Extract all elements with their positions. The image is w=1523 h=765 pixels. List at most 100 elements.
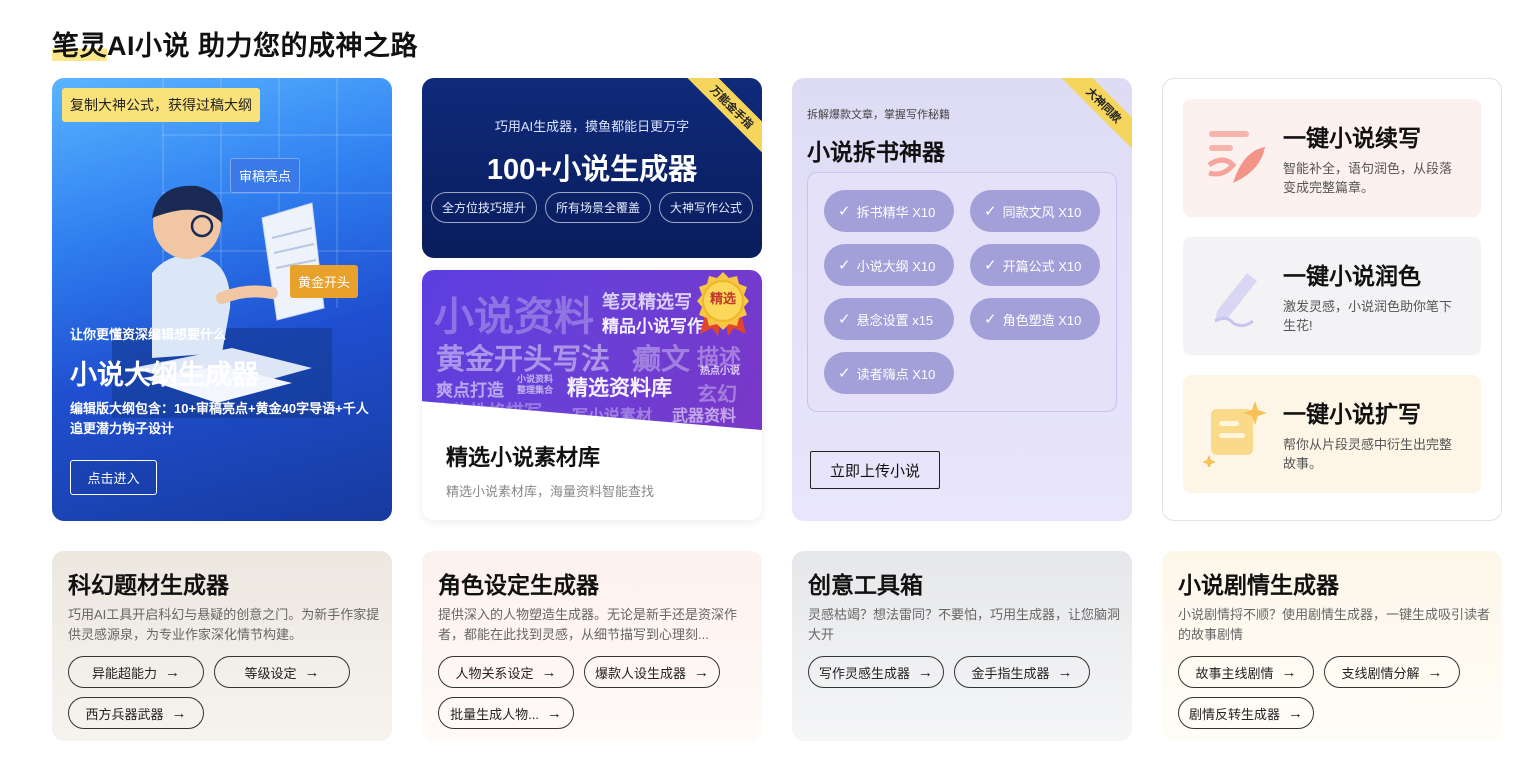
card-desc: 巧用AI工具开启科幻与悬疑的创意之门。为新手作家提供灵感源泉，为专业作家深化情节… bbox=[68, 607, 380, 642]
quill-icon bbox=[1207, 131, 1265, 183]
one-click-tools-card: 一键小说续写 智能补全，语句润色，从段落变成完整篇章。 一键小说润色 激发灵感，… bbox=[1162, 78, 1502, 521]
dismantle-chip-box: ✓ 拆书精华 X10 ✓ 同款文风 X10 ✓ 小说大纲 X10 ✓ 开篇公式 X10 … bbox=[807, 172, 1117, 412]
banner-word: 精品小说写作 bbox=[602, 317, 704, 336]
link-button[interactable]: 写作灵感生成器 → bbox=[808, 656, 944, 688]
link-button[interactable]: 爆款人设生成器 → bbox=[584, 656, 720, 688]
arrow-right-icon: → bbox=[1427, 663, 1443, 681]
page-title-rest: AI小说 助力您的成神之路 bbox=[107, 31, 419, 61]
sparkle-note-icon bbox=[1203, 401, 1267, 467]
chip-label: 小说大纲 X10 bbox=[856, 258, 936, 274]
tool-name: 一键小说润色 bbox=[1283, 263, 1421, 289]
dismantle-chip: ✓ 角色塑造 X10 bbox=[970, 298, 1100, 340]
arrow-right-icon: → bbox=[546, 704, 562, 722]
dismantle-kicker: 拆解爆款文章，掌握写作秘籍 bbox=[807, 109, 950, 121]
link-label: 异能超能力 bbox=[91, 665, 157, 681]
link-label: 剧情反转生成器 bbox=[1188, 706, 1280, 722]
banner-word: 武器资料 bbox=[672, 408, 737, 425]
dismantle-title: 小说拆书神器 bbox=[807, 139, 945, 165]
link-button[interactable]: 金手指生成器 → bbox=[954, 656, 1090, 688]
generators-pills: 全方位技巧提升 所有场景全覆盖 大神写作公式 bbox=[422, 192, 762, 223]
link-button[interactable]: 剧情反转生成器 → bbox=[1178, 697, 1314, 729]
plot-generator-card: 小说剧情生成器 小说剧情捋不顺？使用剧情生成器，一键生成吸引读者的故事剧情 故事… bbox=[1162, 551, 1502, 741]
arrow-right-icon: → bbox=[171, 704, 187, 722]
link-button[interactable]: 等级设定 → bbox=[214, 656, 350, 688]
chip-label: 同款文风 X10 bbox=[1002, 204, 1082, 220]
check-icon: ✓ bbox=[984, 257, 997, 274]
generators-kicker: 巧用AI生成器，摸鱼都能日更万字 bbox=[494, 119, 690, 134]
outline-generator-card[interactable]: 复制大神公式，获得过稿大纲 审稿亮点 黄金开头 让你更懂资深编辑想要什么 小说大… bbox=[52, 78, 392, 521]
material-title: 精选小说素材库 bbox=[446, 445, 601, 470]
generators-pill[interactable]: 大神写作公式 bbox=[659, 192, 754, 223]
link-button[interactable]: 故事主线剧情 → bbox=[1178, 656, 1314, 688]
arrow-right-icon: → bbox=[918, 663, 933, 681]
outline-description: 编辑版大纲包含：10+审稿亮点+黄金40字导语+千人追更潜力钩子设计 bbox=[70, 401, 369, 436]
banner-word: 人物性格描写 bbox=[434, 402, 542, 422]
link-label: 西方兵器武器 bbox=[85, 706, 164, 722]
banner-word: 热点小说 bbox=[700, 366, 740, 377]
tool-continue[interactable]: 一键小说续写 智能补全，语句润色，从段落变成完整篇章。 bbox=[1183, 99, 1481, 217]
dismantle-chip: ✓ 开篇公式 X10 bbox=[970, 244, 1100, 286]
link-label: 金手指生成器 bbox=[971, 665, 1050, 681]
arrow-right-icon: → bbox=[165, 663, 180, 681]
arrow-right-icon: → bbox=[1288, 704, 1303, 722]
outline-subtitle: 让你更懂资深编辑想要什么 bbox=[70, 327, 227, 342]
link-label: 故事主线剧情 bbox=[1195, 665, 1274, 681]
check-icon: ✓ bbox=[984, 311, 997, 328]
link-label: 等级设定 bbox=[244, 665, 297, 681]
scifi-generator-card: 科幻题材生成器 巧用AI工具开启科幻与悬疑的创意之门。为新手作家提供灵感源泉，为… bbox=[52, 551, 392, 741]
link-button[interactable]: 人物关系设定 → bbox=[438, 656, 574, 688]
link-label: 支线剧情分解 bbox=[1341, 665, 1420, 681]
generators-card[interactable]: 巧用AI生成器，摸鱼都能日更万字 100+小说生成器 全方位技巧提升 所有场景全… bbox=[422, 78, 762, 258]
link-label: 批量生成人物... bbox=[450, 706, 539, 722]
medal-label: 精选 bbox=[709, 291, 736, 306]
link-button[interactable]: 批量生成人物... → bbox=[438, 697, 574, 729]
link-label: 爆款人设生成器 bbox=[594, 665, 686, 681]
page-title-highlight: 笔灵 bbox=[52, 31, 107, 61]
chip-label: 读者嗨点 X10 bbox=[856, 366, 936, 382]
card-desc: 灵感枯竭？想法雷同？不要怕，巧用生成器，让您脑洞大开 bbox=[808, 607, 1121, 642]
arrow-right-icon: → bbox=[541, 663, 557, 681]
banner-word: 整理集合 bbox=[517, 385, 554, 395]
arrow-right-icon: → bbox=[1057, 663, 1073, 681]
outline-enter-button[interactable]: 点击进入 bbox=[70, 460, 157, 495]
outline-tag: 复制大神公式，获得过稿大纲 bbox=[62, 88, 260, 122]
character-generator-card: 角色设定生成器 提供深入的人物塑造生成器。无论是新手还是资深作者，都能在此找到灵… bbox=[422, 551, 762, 741]
tool-expand[interactable]: 一键小说扩写 帮你从片段灵感中衍生出完整故事。 bbox=[1183, 375, 1481, 493]
card-title: 小说剧情生成器 bbox=[1178, 572, 1339, 598]
banner-word: 精选资料库 bbox=[567, 377, 672, 400]
link-label: 人物关系设定 bbox=[455, 665, 534, 681]
check-icon: ✓ bbox=[838, 203, 851, 220]
dismantle-chip: ✓ 悬念设置 x15 bbox=[824, 298, 954, 340]
dismantle-ribbon: 大神同款 bbox=[1053, 78, 1132, 156]
pen-icon bbox=[1214, 273, 1257, 328]
tool-desc: 帮你从片段灵感中衍生出完整故事。 bbox=[1283, 437, 1453, 471]
check-icon: ✓ bbox=[838, 365, 851, 382]
material-library-card[interactable]: 小说资料 笔灵精选写 精品小说写作 黄金开头写法 癫文 描述 爽点打造 小说资料… bbox=[422, 270, 762, 520]
banner-word: 小说资料 bbox=[434, 295, 594, 339]
arrow-right-icon: → bbox=[304, 663, 320, 681]
banner-word: 写小说素材 bbox=[572, 408, 653, 425]
link-button[interactable]: 异能超能力 → bbox=[68, 656, 204, 688]
tool-name: 一键小说续写 bbox=[1283, 125, 1421, 151]
generators-title: 100+小说生成器 bbox=[486, 154, 698, 186]
tool-desc: 智能补全，语句润色，从段落变成完整篇章。 bbox=[1283, 161, 1453, 195]
dismantle-chip: ✓ 小说大纲 X10 bbox=[824, 244, 954, 286]
arrow-right-icon: → bbox=[694, 663, 709, 681]
link-button[interactable]: 支线剧情分解 → bbox=[1324, 656, 1460, 688]
generators-pill[interactable]: 全方位技巧提升 bbox=[430, 192, 537, 223]
dismantle-chip: ✓ 读者嗨点 X10 bbox=[824, 352, 954, 394]
review-highlight-bubble: 审稿亮点 bbox=[230, 158, 301, 193]
tool-name: 一键小说扩写 bbox=[1283, 401, 1421, 427]
chip-label: 拆书精华 X10 bbox=[856, 204, 936, 220]
page-title: 笔灵AI小说 助力您的成神之路 bbox=[52, 24, 418, 63]
check-icon: ✓ bbox=[838, 311, 851, 328]
banner-word: 笔灵精选写 bbox=[602, 292, 692, 312]
upload-novel-button[interactable]: 立即上传小说 bbox=[810, 451, 940, 489]
dismantle-card[interactable]: 拆解爆款文章，掌握写作秘籍 小说拆书神器 大神同款 ✓ 拆书精华 X10 ✓ 同款文… bbox=[792, 78, 1132, 521]
dismantle-chip: ✓ 拆书精华 X10 bbox=[824, 190, 954, 232]
link-button[interactable]: 西方兵器武器 → bbox=[68, 697, 204, 729]
generators-pill[interactable]: 所有场景全覆盖 bbox=[544, 192, 651, 223]
tool-polish[interactable]: 一键小说润色 激发灵感，小说润色助你笔下生花! bbox=[1183, 237, 1481, 355]
medal-badge: 精选 bbox=[692, 270, 754, 336]
chip-label: 悬念设置 x15 bbox=[856, 312, 934, 328]
